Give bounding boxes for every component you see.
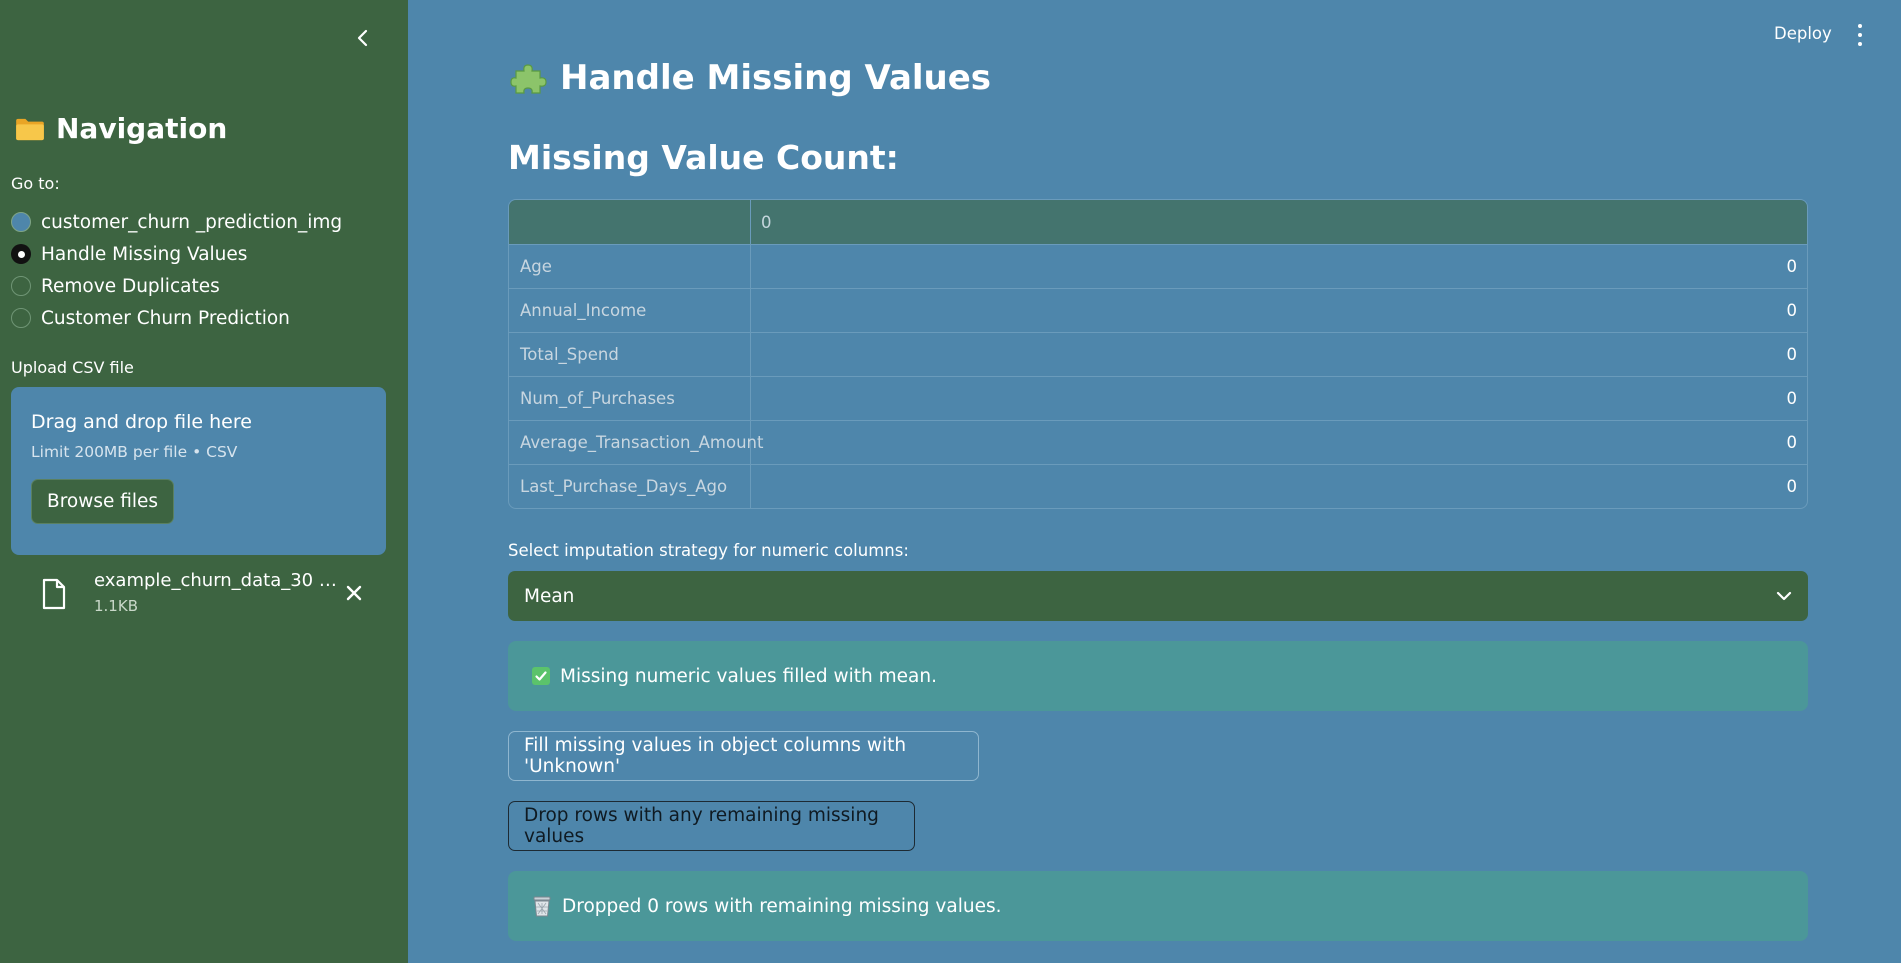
- chevron-down-icon: [1776, 591, 1792, 601]
- sidebar-title: Navigation: [14, 112, 227, 145]
- table-header-row: 0: [509, 200, 1807, 244]
- table-index-header: [509, 200, 751, 244]
- radio-option-handle-missing-values[interactable]: Handle Missing Values: [11, 238, 342, 270]
- radio-label: Customer Churn Prediction: [41, 307, 290, 329]
- page-title: Handle Missing Values: [510, 58, 991, 98]
- table-column-header[interactable]: 0: [751, 200, 1807, 244]
- section-title: Missing Value Count:: [508, 138, 899, 177]
- page-title-text: Handle Missing Values: [560, 58, 992, 98]
- file-size: 1.1KB: [94, 597, 138, 615]
- row-value: 0: [1786, 345, 1798, 364]
- row-label: Num_of_Purchases: [509, 377, 751, 420]
- dropped-rows-alert-text: Dropped 0 rows with remaining missing va…: [562, 895, 1002, 917]
- sidebar-title-text: Navigation: [56, 112, 228, 145]
- imputation-strategy-select[interactable]: Mean: [508, 571, 1808, 621]
- radio-button-selected[interactable]: [11, 244, 31, 264]
- radio-button[interactable]: [11, 276, 31, 296]
- row-value: 0: [1786, 477, 1798, 496]
- row-value: 0: [1786, 389, 1798, 408]
- chevron-left-icon: [357, 29, 368, 47]
- upload-label: Upload CSV file: [11, 358, 134, 377]
- browse-files-button[interactable]: Browse files: [31, 479, 175, 524]
- file-dropzone[interactable]: Drag and drop file here Limit 200MB per …: [11, 387, 386, 555]
- radio-option-churn-prediction[interactable]: Customer Churn Prediction: [11, 302, 342, 334]
- row-value: 0: [1786, 301, 1798, 320]
- table-row: Total_Spend 0: [509, 332, 1807, 376]
- row-label: Total_Spend: [509, 333, 751, 376]
- radio-label: Handle Missing Values: [41, 243, 248, 265]
- imputation-select-label: Select imputation strategy for numeric c…: [508, 541, 909, 560]
- select-value: Mean: [524, 585, 575, 607]
- radio-button[interactable]: [11, 212, 31, 232]
- close-icon[interactable]: [343, 582, 365, 604]
- wastebasket-icon: [533, 896, 551, 917]
- dropped-rows-alert: Dropped 0 rows with remaining missing va…: [508, 871, 1808, 941]
- collapse-sidebar-button[interactable]: [350, 25, 376, 51]
- radio-option-remove-duplicates[interactable]: Remove Duplicates: [11, 270, 342, 302]
- row-value: 0: [1786, 257, 1798, 276]
- goto-label: Go to:: [11, 174, 60, 193]
- navigation-radio-group: customer_churn _prediction_img Handle Mi…: [11, 206, 342, 334]
- fill-object-columns-button[interactable]: Fill missing values in object columns wi…: [508, 731, 979, 781]
- file-name: example_churn_data_30 n…: [94, 570, 339, 591]
- file-icon: [42, 578, 66, 610]
- success-alert: Missing numeric values filled with mean.: [508, 641, 1808, 711]
- success-alert-text: Missing numeric values filled with mean.: [560, 665, 937, 687]
- uploaded-file-item: example_churn_data_30 n… 1.1KB: [40, 570, 370, 626]
- deploy-button[interactable]: Deploy: [1774, 24, 1832, 43]
- radio-label: Remove Duplicates: [41, 275, 220, 297]
- folder-icon: [16, 118, 44, 140]
- radio-label: customer_churn _prediction_img: [41, 211, 343, 233]
- row-label: Last_Purchase_Days_Ago: [509, 465, 751, 508]
- sidebar: Navigation Go to: customer_churn _predic…: [0, 0, 408, 963]
- main-menu-icon[interactable]: [1852, 24, 1868, 46]
- table-row: Age 0: [509, 244, 1807, 288]
- table-row: Average_Transaction_Amount 0: [509, 420, 1807, 464]
- dropzone-subtitle: Limit 200MB per file • CSV: [31, 443, 238, 461]
- radio-option-prediction-img[interactable]: customer_churn _prediction_img: [11, 206, 342, 238]
- dropzone-title: Drag and drop file here: [31, 411, 252, 433]
- missing-value-table: 0 Age 0 Annual_Income 0 Total_Spend 0 Nu…: [508, 199, 1808, 509]
- radio-button[interactable]: [11, 308, 31, 328]
- table-row: Last_Purchase_Days_Ago 0: [509, 464, 1807, 508]
- table-row: Num_of_Purchases 0: [509, 376, 1807, 420]
- row-label: Average_Transaction_Amount: [509, 421, 764, 464]
- check-mark-icon: [532, 667, 550, 685]
- row-value: 0: [1786, 433, 1798, 452]
- row-label: Age: [509, 245, 751, 288]
- row-label: Annual_Income: [509, 289, 751, 332]
- drop-rows-button[interactable]: Drop rows with any remaining missing val…: [508, 801, 915, 851]
- table-row: Annual_Income 0: [509, 288, 1807, 332]
- puzzle-piece-icon: [510, 64, 547, 94]
